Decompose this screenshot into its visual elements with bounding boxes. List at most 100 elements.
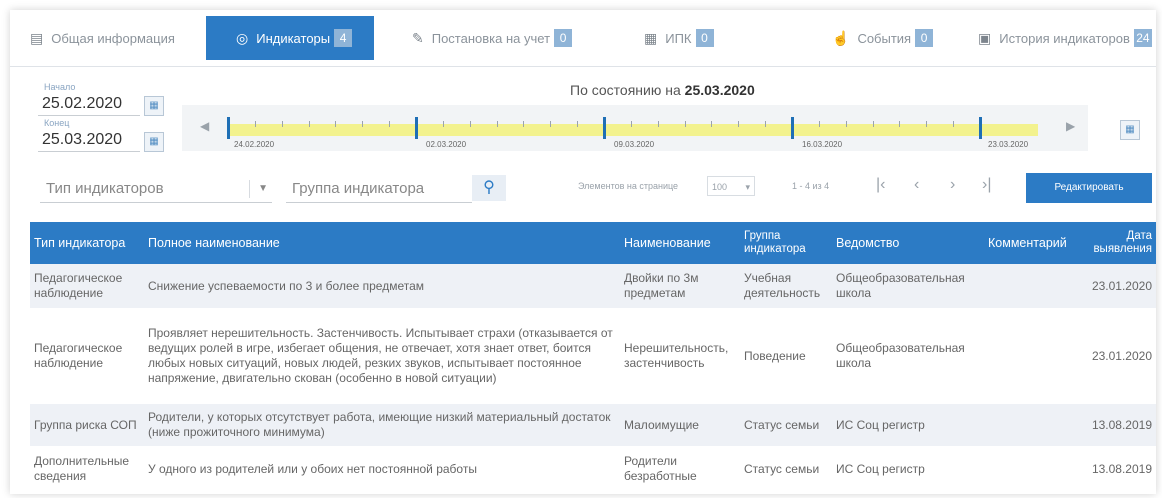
timeline-day-tick — [281, 121, 283, 127]
timeline-calendar-icon[interactable]: ▦ — [1120, 120, 1140, 140]
as-of-date: 25.03.2020 — [684, 82, 755, 98]
edit-icon: ✎ — [412, 29, 424, 46]
as-of-date-text: По состоянию на 25.03.2020 — [570, 82, 755, 98]
per-page-value: 100 — [712, 182, 728, 192]
start-date-field[interactable]: Начало 25.02.2020 — [38, 82, 140, 116]
timeline-day-tick — [711, 121, 713, 127]
column-header[interactable]: Полное наименование — [144, 222, 620, 264]
select-divider — [249, 180, 250, 198]
next-page-icon[interactable]: › — [950, 176, 955, 194]
tab-badge: 24 — [1133, 29, 1152, 47]
cell-type: Педагогическое наблюдение — [30, 308, 144, 404]
timeline-date-label: 23.03.2020 — [988, 140, 1029, 149]
column-header[interactable]: Дата выявления — [1080, 222, 1156, 264]
end-date-calendar-icon[interactable]: ▦ — [144, 132, 164, 152]
tab-badge: 4 — [334, 29, 353, 47]
timeline-day-tick — [899, 121, 901, 127]
timeline-day-tick — [335, 121, 337, 127]
per-page-label: Элементов на странице — [578, 181, 679, 191]
timeline-day-tick — [577, 121, 579, 127]
end-date-field[interactable]: Конец 25.03.2020 — [38, 118, 140, 152]
tab-badge: 0 — [695, 29, 714, 47]
per-page-select[interactable]: 100 ▾ — [707, 176, 755, 196]
column-header[interactable]: Тип индикатора — [30, 222, 144, 264]
edit-button[interactable]: Редактировать — [1026, 173, 1152, 203]
timeline-day-tick — [738, 121, 740, 127]
tab-label: События — [857, 30, 912, 46]
table-row[interactable]: Педагогическое наблюдение Проявляет нере… — [30, 308, 1156, 404]
timeline-week-marker — [791, 117, 794, 139]
tab-ipk[interactable]: ▦ ИПК 0 — [644, 16, 714, 60]
tab-events[interactable]: ☝ События 0 — [832, 16, 934, 60]
table-row[interactable]: Дополнительные сведения У одного из роди… — [30, 446, 1156, 492]
tab-label: Постановка на учет — [431, 30, 551, 46]
calendar-history-icon: ▣ — [978, 29, 992, 46]
start-date-calendar-icon[interactable]: ▦ — [144, 96, 164, 116]
tab-bar: ▤ Общая информация ◎ Индикаторы 4 ✎ Пост… — [10, 10, 1156, 67]
cell-type: Группа риска СОП — [30, 404, 144, 446]
cell-date: 23.01.2020 — [1080, 264, 1156, 308]
cell-group: Учебная деятельность — [740, 264, 832, 308]
search-icon: ⚲ — [483, 179, 495, 196]
timeline-day-tick — [550, 121, 552, 127]
tab-indicators[interactable]: ◎ Индикаторы 4 — [206, 16, 375, 60]
tab-label: ИПК — [665, 30, 692, 46]
timeline-week-marker — [227, 117, 230, 139]
table-row[interactable]: Педагогическое наблюдение Снижение успев… — [30, 264, 1156, 308]
tab-registration[interactable]: ✎ Постановка на учет 0 — [412, 16, 573, 60]
indicators-table: Тип индикатора Полное наименование Наиме… — [30, 222, 1156, 492]
timeline-day-tick — [523, 121, 525, 127]
as-of-prefix: По состоянию на — [570, 82, 681, 98]
cell-group: Поведение — [740, 308, 832, 404]
tab-badge: 0 — [915, 29, 934, 47]
timeline-day-tick — [469, 121, 471, 127]
timeline-day-tick — [442, 121, 444, 127]
tab-label: История индикаторов — [999, 30, 1130, 46]
indicator-group-input[interactable]: Группа индикатора — [286, 176, 472, 203]
timeline-day-tick — [308, 121, 310, 127]
table-row[interactable]: Группа риска СОП Родители, у которых отс… — [30, 404, 1156, 446]
last-page-icon[interactable]: ›| — [982, 176, 991, 194]
timeline-day-tick — [818, 121, 820, 127]
timeline-next-icon[interactable]: ▶ — [1066, 119, 1075, 133]
cell-name: Малоимущие — [620, 404, 740, 446]
timeline-date-label: 24.02.2020 — [234, 140, 275, 149]
hand-pointer-icon: ☝ — [832, 29, 850, 46]
column-header[interactable]: Комментарий — [984, 222, 1080, 264]
timeline-date-label: 02.03.2020 — [426, 140, 467, 149]
id-card-icon: ▤ — [30, 29, 44, 46]
cell-comment — [984, 308, 1080, 404]
cell-date: 23.01.2020 — [1080, 308, 1156, 404]
cell-type: Педагогическое наблюдение — [30, 264, 144, 308]
cell-department: ИС Соц регистр — [832, 446, 984, 492]
timeline-prev-icon[interactable]: ◀ — [200, 119, 209, 133]
cell-full-name: Снижение успеваемости по 3 и более предм… — [144, 264, 620, 308]
timeline-day-tick — [362, 121, 364, 127]
cell-name: Двойки по 3м предметам — [620, 264, 740, 308]
cell-department: Общеобразовательная школа — [832, 264, 984, 308]
start-date-label: Начало — [44, 82, 76, 92]
prev-page-icon[interactable]: ‹ — [914, 176, 919, 194]
tab-general-info[interactable]: ▤ Общая информация — [30, 16, 175, 60]
timeline-day-tick — [684, 121, 686, 127]
indicator-type-select[interactable]: Тип индикаторов ▼ — [40, 176, 272, 203]
timeline-week-marker — [603, 117, 606, 139]
cell-full-name: Проявляет нерешительность. Застенчивость… — [144, 308, 620, 404]
timeline[interactable]: ◀ ▶ 24.02.2020 02.03.2020 09.03.2020 16.… — [182, 105, 1088, 151]
end-date-value: 25.03.2020 — [38, 129, 140, 152]
timeline-day-tick — [845, 121, 847, 127]
column-header[interactable]: Ведомство — [832, 222, 984, 264]
search-button[interactable]: ⚲ — [472, 175, 506, 201]
cell-date: 13.08.2019 — [1080, 446, 1156, 492]
pagination-range: 1 - 4 из 4 — [792, 181, 830, 191]
cell-full-name: У одного из родителей или у обоих нет по… — [144, 446, 620, 492]
first-page-icon[interactable]: |‹ — [876, 176, 885, 194]
tab-indicator-history[interactable]: ▣ История индикаторов 24 — [978, 16, 1152, 60]
column-header[interactable]: Группа индикатора — [740, 222, 832, 264]
column-header[interactable]: Наименование — [620, 222, 740, 264]
chevron-down-icon: ▼ — [258, 183, 268, 194]
calendar-grid-icon: ▦ — [644, 29, 658, 46]
cell-type: Дополнительные сведения — [30, 446, 144, 492]
card-frame: ▤ Общая информация ◎ Индикаторы 4 ✎ Пост… — [10, 10, 1156, 494]
cell-full-name: Родители, у которых отсутствует работа, … — [144, 404, 620, 446]
